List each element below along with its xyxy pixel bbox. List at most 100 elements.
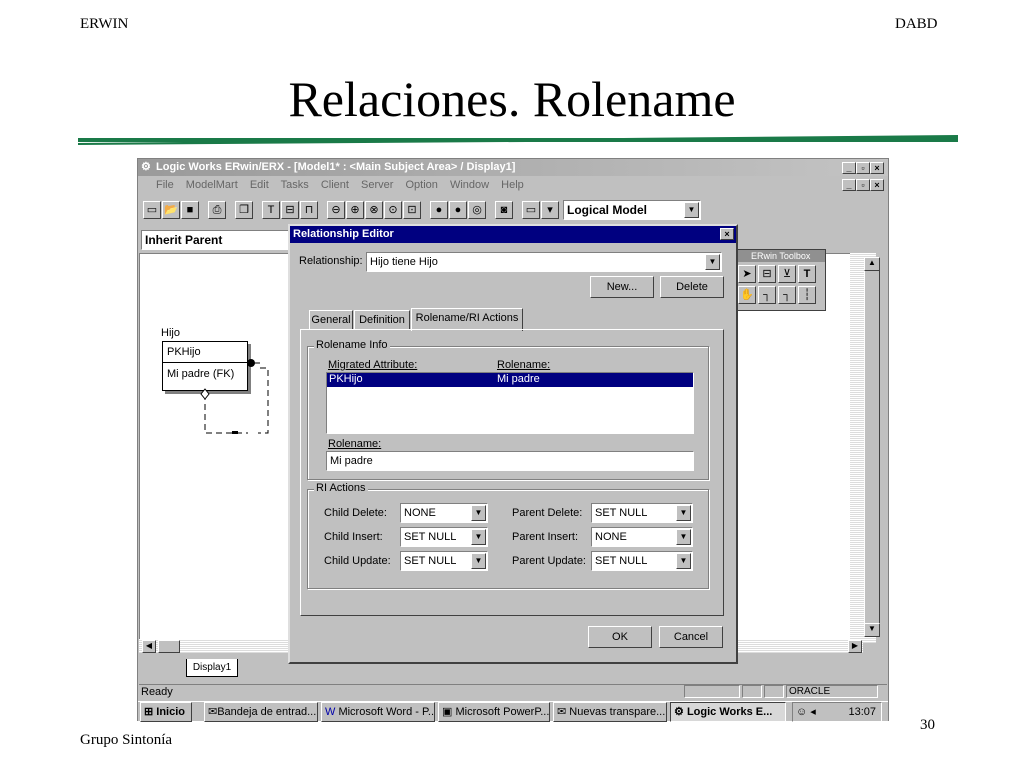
menu-tasks[interactable]: Tasks <box>281 179 309 191</box>
menu-edit[interactable]: Edit <box>250 179 269 191</box>
scroll-left-icon[interactable]: ◀ <box>142 640 156 653</box>
child-update-select[interactable]: SET NULL ▼ <box>400 551 488 571</box>
tab-definition[interactable]: Definition <box>354 310 410 330</box>
start-button[interactable]: ⊞ Inicio <box>140 702 192 722</box>
zoom-in-icon[interactable]: ⊕ <box>346 201 364 219</box>
doc-minimize-button[interactable]: _ <box>842 179 856 191</box>
non-identifying-rel-icon[interactable]: ┆ <box>798 286 816 304</box>
inbox-icon: ✉ <box>208 706 218 718</box>
parent-insert-select[interactable]: NONE ▼ <box>591 527 693 547</box>
parent-delete-select[interactable]: SET NULL ▼ <box>591 503 693 523</box>
relationship-label: Relationship: <box>299 255 363 267</box>
child-insert-select[interactable]: SET NULL ▼ <box>400 527 488 547</box>
view-icon[interactable]: ⊓ <box>300 201 318 219</box>
task-erwin[interactable]: ⚙ Logic Works E... <box>670 702 786 722</box>
child-delete-select[interactable]: NONE ▼ <box>400 503 488 523</box>
copy-icon[interactable]: ❐ <box>235 201 253 219</box>
tab-rolename-ri-actions[interactable]: Rolename/RI Actions <box>411 308 523 331</box>
dropdown-icon[interactable]: ▾ <box>541 201 559 219</box>
windows-logo-icon: ⊞ <box>144 706 154 718</box>
task-inbox[interactable]: ✉Bandeja de entrad... <box>204 702 318 722</box>
entity-tool-icon[interactable]: T <box>262 201 280 219</box>
scroll-right-icon[interactable]: ▶ <box>848 640 862 653</box>
status-db: ORACLE <box>786 685 878 698</box>
browse-icon[interactable]: ◙ <box>495 201 513 219</box>
report-icon[interactable]: ◎ <box>468 201 486 219</box>
rolename-field-label: Rolename: <box>328 438 382 450</box>
ok-button[interactable]: OK <box>588 626 652 648</box>
many-to-many-icon[interactable]: ┐ <box>778 286 796 304</box>
tab-general[interactable]: General <box>309 310 353 330</box>
save-icon[interactable]: ■ <box>181 201 199 219</box>
vertical-scrollbar[interactable] <box>864 257 880 637</box>
dialog-title: Relationship Editor <box>293 228 394 240</box>
zoom-area-icon[interactable]: ⊡ <box>403 201 421 219</box>
scroll-thumb[interactable] <box>158 640 180 653</box>
toolbar: ▭ 📂 ■ ⎙ ❐ T ⊟ ⊓ ⊖ ⊕ ⊗ ⊙ ⊡ ● ● ◎ ◙ ▭ ▾ Lo… <box>138 197 888 223</box>
minimize-button[interactable]: _ <box>842 162 856 174</box>
menu-help[interactable]: Help <box>501 179 524 191</box>
zoom-out-icon[interactable]: ⊖ <box>327 201 345 219</box>
open-folder-icon[interactable]: 📂 <box>162 201 180 219</box>
rolename-input-value: Mi padre <box>330 455 373 467</box>
database-icon[interactable]: ● <box>430 201 448 219</box>
parent-update-label: Parent Update: <box>512 555 586 567</box>
new-button[interactable]: New... <box>590 276 654 298</box>
hand-icon[interactable]: ✋ <box>738 286 756 304</box>
list-item[interactable]: PKHijo Mi padre <box>327 373 693 387</box>
relationship-select[interactable]: Hijo tiene Hijo ▼ <box>366 252 722 272</box>
task-word[interactable]: W Microsoft Word - P... <box>321 702 435 722</box>
model-type-select[interactable]: Logical Model ▼ <box>563 200 701 220</box>
doc-close-button[interactable]: × <box>870 179 884 191</box>
word-icon: W <box>325 706 336 718</box>
doc-maximize-button[interactable]: ▫ <box>856 179 870 191</box>
status-pane-2 <box>742 685 762 698</box>
migrated-attribute-list[interactable]: PKHijo Mi padre <box>326 372 694 434</box>
menu-client[interactable]: Client <box>321 179 349 191</box>
menu-window[interactable]: Window <box>450 179 489 191</box>
chevron-down-icon: ▼ <box>676 553 691 569</box>
envelope-icon: ✉ <box>557 706 567 718</box>
print-icon[interactable]: ⎙ <box>208 201 226 219</box>
maximize-button[interactable]: ▫ <box>856 162 870 174</box>
pointer-icon[interactable]: ➤ <box>738 265 756 283</box>
window-icon[interactable]: ▭ <box>522 201 540 219</box>
zoom-fit-icon[interactable]: ⊗ <box>365 201 383 219</box>
zoom-normal-icon[interactable]: ⊙ <box>384 201 402 219</box>
entity-icon[interactable]: ⊟ <box>758 265 776 283</box>
menu-modelmart[interactable]: ModelMart <box>186 179 238 191</box>
child-insert-label: Child Insert: <box>324 531 383 543</box>
tab-display1[interactable]: Display1 <box>186 659 238 677</box>
scroll-down-icon[interactable]: ▼ <box>864 623 880 637</box>
task-inbox-label: Bandeja de entrad... <box>217 706 317 718</box>
cancel-button[interactable]: Cancel <box>659 626 723 648</box>
new-file-icon[interactable]: ▭ <box>143 201 161 219</box>
menu-option[interactable]: Option <box>406 179 438 191</box>
scroll-up-icon[interactable]: ▲ <box>864 257 880 271</box>
powerpoint-icon: ▣ <box>442 706 453 718</box>
dialog-close-icon[interactable]: × <box>720 228 734 240</box>
menu-server[interactable]: Server <box>361 179 393 191</box>
slide-page-number: 30 <box>920 717 935 733</box>
inherit-select[interactable]: Inherit Parent <box>141 230 291 250</box>
text-icon[interactable]: T <box>798 265 816 283</box>
child-update-value: SET NULL <box>404 555 457 567</box>
system-tray: ☺ ◂ 13:07 <box>792 702 882 722</box>
menu-file[interactable]: File <box>156 179 174 191</box>
database-sync-icon[interactable]: ● <box>449 201 467 219</box>
task-powerpoint[interactable]: ▣ Microsoft PowerP... <box>438 702 550 722</box>
close-button[interactable]: × <box>870 162 884 174</box>
task-mail[interactable]: ✉ Nuevas transpare... <box>553 702 667 722</box>
delete-button[interactable]: Delete <box>660 276 724 298</box>
migrated-attribute-header: Migrated Attribute: <box>328 359 418 371</box>
child-delete-label: Child Delete: <box>324 507 387 519</box>
parent-update-select[interactable]: SET NULL ▼ <box>591 551 693 571</box>
child-delete-value: NONE <box>404 507 436 519</box>
category-icon[interactable]: ⊻ <box>778 265 796 283</box>
tray-network-icon: ☺ <box>796 706 808 718</box>
table-icon[interactable]: ⊟ <box>281 201 299 219</box>
slide-header-right: DABD <box>895 16 938 32</box>
identifying-rel-icon[interactable]: ┐ <box>758 286 776 304</box>
rolename-input[interactable]: Mi padre <box>326 451 694 471</box>
start-label: Inicio <box>156 706 186 718</box>
